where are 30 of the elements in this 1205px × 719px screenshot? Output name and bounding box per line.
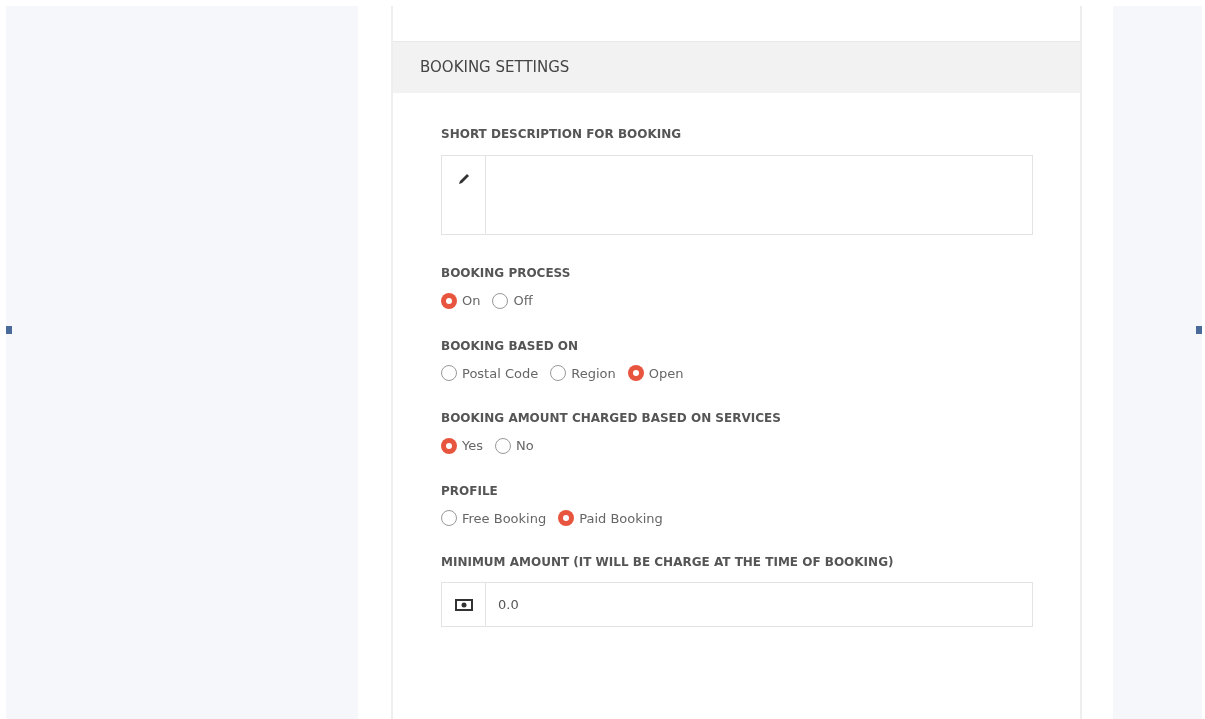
radio-option[interactable]: Open	[627, 363, 684, 383]
radio-option[interactable]: Off	[492, 291, 533, 311]
section-title: BOOKING SETTINGS	[420, 57, 570, 79]
radio-option[interactable]: Postal Code	[441, 363, 539, 383]
radio-button[interactable]	[441, 365, 457, 382]
radio-button[interactable]	[495, 437, 511, 454]
handle-icon[interactable]	[1196, 326, 1202, 334]
field-label: SHORT DESCRIPTION FOR BOOKING	[441, 126, 683, 142]
field-label: BOOKING PROCESS	[441, 265, 572, 281]
radio-option[interactable]: No	[495, 436, 534, 456]
description-field[interactable]	[441, 155, 1033, 235]
radio-button[interactable]	[492, 292, 509, 309]
field-label: BOOKING BASED ON	[441, 337, 580, 354]
radio-option[interactable]: Yes	[441, 436, 483, 456]
radio-button[interactable]	[441, 510, 457, 527]
radio-button[interactable]	[441, 292, 457, 309]
radio-option[interactable]: On	[441, 291, 481, 311]
handle-icon[interactable]	[6, 326, 12, 334]
money-icon	[454, 598, 473, 611]
radio-option[interactable]: Free Booking	[441, 508, 547, 528]
radio-button[interactable]	[441, 437, 457, 454]
pencil-icon	[456, 172, 471, 186]
radio-button[interactable]	[550, 365, 567, 382]
field-label: MINIMUM AMOUNT (IT WILL BE CHARGE AT THE TIME OF BOOKING)	[441, 554, 895, 570]
radio-option[interactable]: Region	[550, 363, 616, 383]
radio-option[interactable]: Paid Booking	[558, 508, 663, 528]
field-label: PROFILE	[441, 482, 499, 499]
radio-button[interactable]	[627, 365, 644, 382]
field-label: BOOKING AMOUNT CHARGED BASED ON SERVICES	[441, 410, 782, 426]
radio-button[interactable]	[558, 510, 575, 527]
